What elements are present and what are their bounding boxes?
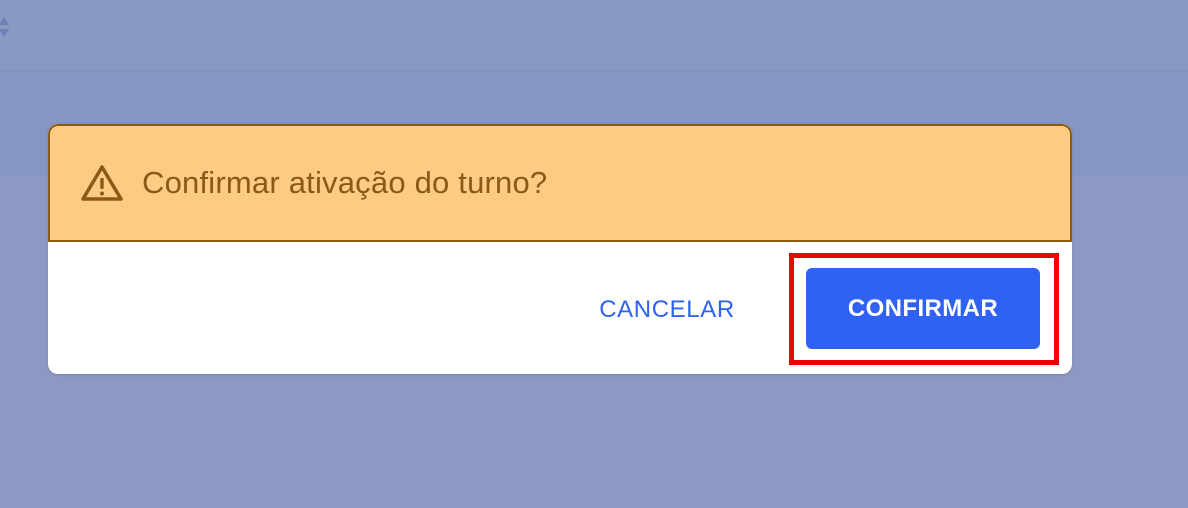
confirm-dialog: Confirmar ativação do turno? CANCELAR CO… [48,124,1072,374]
warning-icon [81,165,123,201]
confirm-button[interactable]: CONFIRMAR [806,268,1040,349]
page-backdrop: Confirmar ativação do turno? CANCELAR CO… [0,0,1188,508]
sort-icon[interactable] [0,14,10,40]
dialog-header: Confirmar ativação do turno? [48,124,1072,242]
dialog-actions: CANCELAR CONFIRMAR [48,242,1072,374]
table-header-bar [0,0,1188,71]
dialog-title: Confirmar ativação do turno? [142,165,548,200]
cancel-button[interactable]: CANCELAR [578,270,756,350]
